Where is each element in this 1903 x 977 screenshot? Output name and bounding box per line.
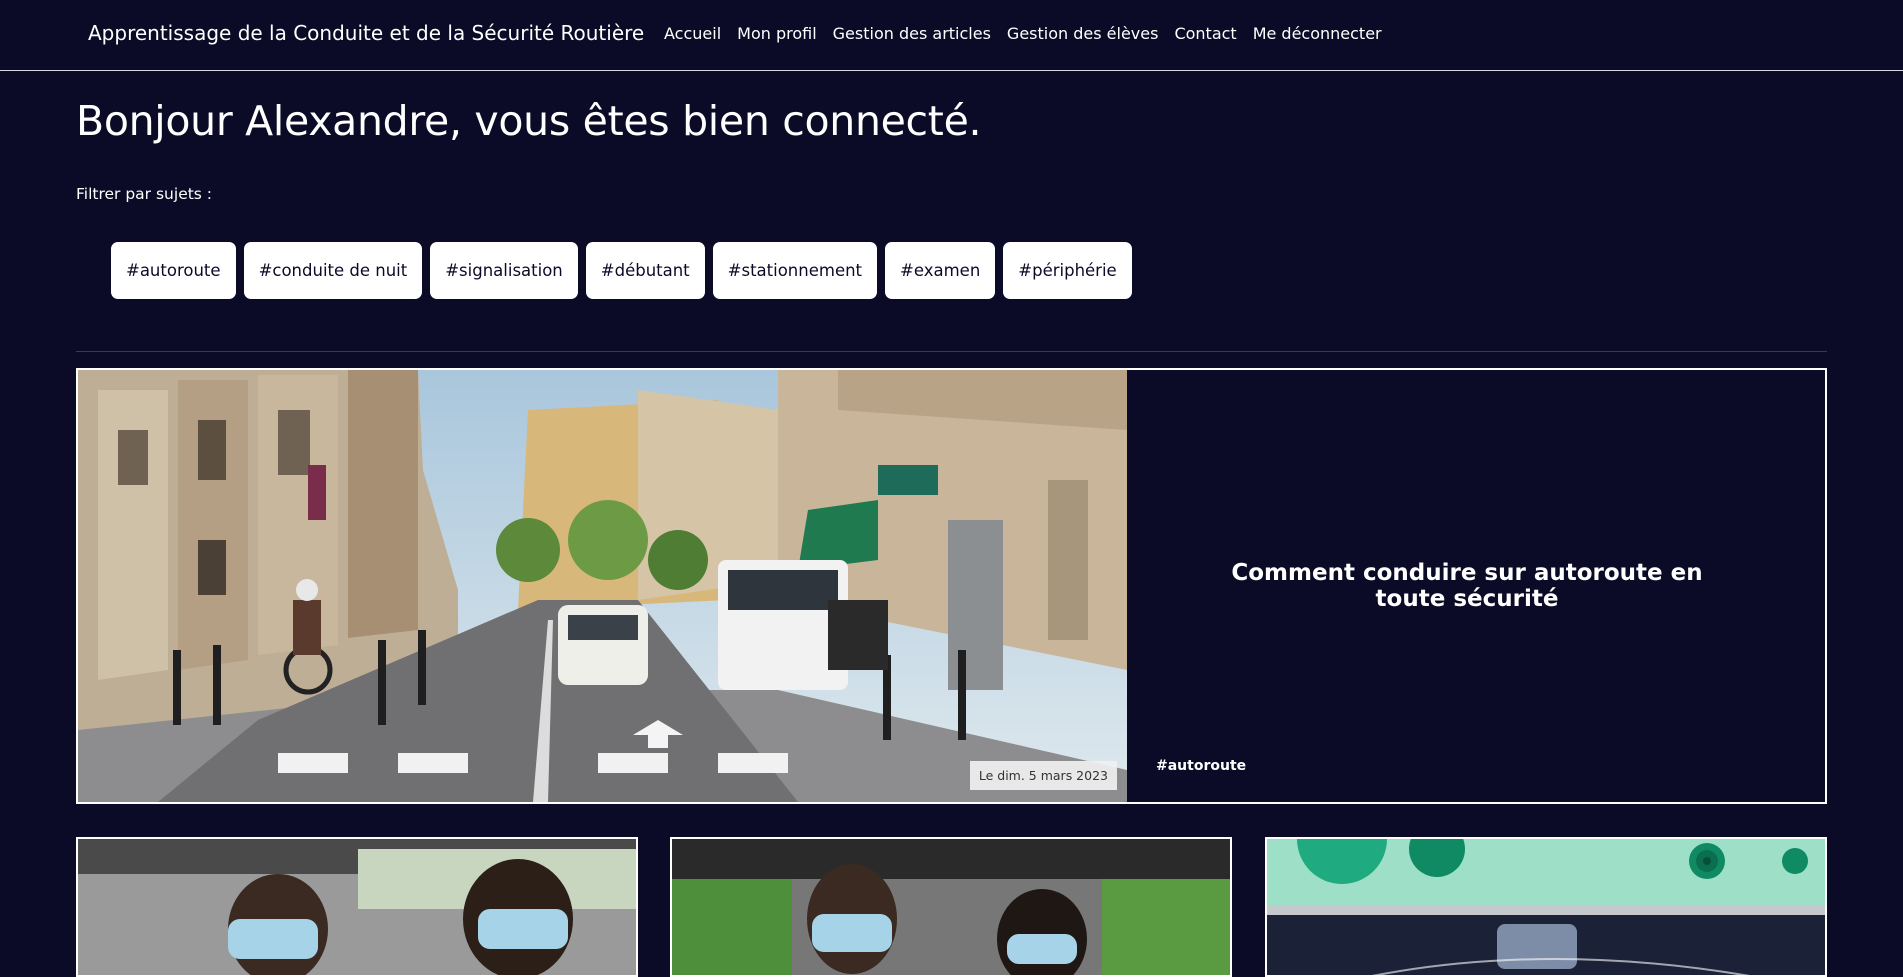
featured-article-tag[interactable]: #autoroute — [1156, 758, 1246, 774]
featured-article-image: Le dim. 5 mars 2023 — [78, 370, 1127, 802]
main-nav: Accueil Mon profil Gestion des articles … — [664, 24, 1382, 43]
tag-button-debutant[interactable]: #débutant — [585, 242, 705, 299]
featured-article-card[interactable]: Le dim. 5 mars 2023 Comment conduire sur… — [76, 368, 1827, 804]
tag-button-signalisation[interactable]: #signalisation — [430, 242, 578, 299]
section-divider — [76, 351, 1827, 352]
article-card[interactable] — [76, 837, 638, 977]
article-card[interactable] — [1265, 837, 1827, 977]
filter-label: Filtrer par sujets : — [76, 185, 213, 203]
nav-link-accueil[interactable]: Accueil — [664, 24, 721, 43]
nav-link-gestion-eleves[interactable]: Gestion des élèves — [1007, 24, 1159, 43]
tag-button-autoroute[interactable]: #autoroute — [111, 242, 236, 299]
tag-button-conduite-de-nuit[interactable]: #conduite de nuit — [243, 242, 423, 299]
article-card[interactable] — [670, 837, 1232, 977]
article-card-image — [672, 839, 1230, 975]
navbar: Apprentissage de la Conduite et de la Sé… — [0, 0, 1903, 71]
featured-article-title[interactable]: Comment conduire sur autoroute en toute … — [1202, 560, 1732, 612]
tag-button-examen[interactable]: #examen — [885, 242, 996, 299]
tag-filter-list: #autoroute #conduite de nuit #signalisat… — [111, 242, 1132, 299]
nav-link-deconnexion[interactable]: Me déconnecter — [1253, 24, 1382, 43]
page-title: Bonjour Alexandre, vous êtes bien connec… — [76, 97, 982, 145]
article-card-image — [78, 839, 636, 975]
nav-link-contact[interactable]: Contact — [1174, 24, 1236, 43]
featured-article-date: Le dim. 5 mars 2023 — [969, 761, 1117, 790]
tag-button-stationnement[interactable]: #stationnement — [712, 242, 878, 299]
article-card-image — [1267, 839, 1825, 975]
nav-link-profil[interactable]: Mon profil — [737, 24, 817, 43]
site-brand[interactable]: Apprentissage de la Conduite et de la Sé… — [88, 21, 644, 45]
tag-button-peripherie[interactable]: #périphérie — [1003, 242, 1132, 299]
nav-link-gestion-articles[interactable]: Gestion des articles — [833, 24, 991, 43]
